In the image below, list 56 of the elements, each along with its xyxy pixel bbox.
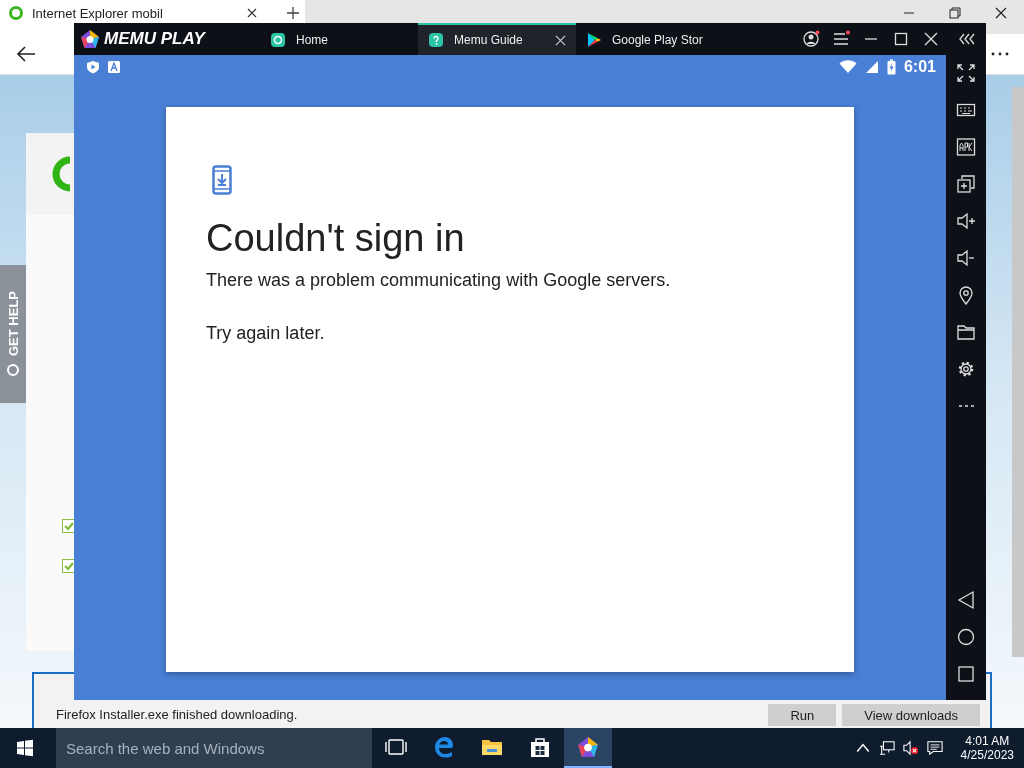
lifebuoy-icon [6,362,20,377]
volume-up-icon[interactable] [956,211,976,231]
download-message: Firefox Installer.exe finished downloading. [56,707,298,724]
shield-play-icon [86,60,100,74]
task-view-icon [385,736,407,758]
emulator-tab[interactable]: Home [260,23,418,55]
close-tab-icon[interactable] [555,34,566,46]
back-triangle-icon[interactable] [956,590,976,610]
dialog-message: There was a problem communicating with Google servers. [206,270,672,291]
app-logo-text: MEMU PLAY [104,29,205,49]
multi-window-icon[interactable] [956,174,976,194]
edge-e-icon [433,736,455,758]
speaker-muted-icon[interactable] [902,740,919,756]
scrollbar[interactable] [1012,87,1024,657]
maximize-icon[interactable] [892,30,910,48]
folder-icon[interactable] [956,322,976,342]
close-icon[interactable] [994,6,1008,20]
fullscreen-icon[interactable] [956,63,976,83]
account-icon[interactable] [802,30,820,48]
download-button[interactable]: View downloads [842,704,980,726]
download-button[interactable]: Run [768,704,837,726]
ring-icon [8,5,24,21]
windows-start-icon[interactable] [16,739,34,757]
font-icon [108,61,120,73]
pentagon-logo-icon [577,736,599,758]
search-field[interactable]: Search the web and Windows [56,728,372,768]
battery-charging-icon [886,59,896,75]
ring-logo [52,156,70,192]
notification-icon[interactable] [926,740,943,756]
help-app-icon [428,32,444,48]
location-pin-icon[interactable] [956,285,976,305]
apk-icon[interactable] [956,137,976,157]
menu-icon[interactable] [832,30,850,48]
wifi-icon [838,60,857,74]
settings-icon[interactable] [956,359,976,379]
taskbar-app[interactable] [564,728,612,768]
dialog-title: Couldn't sign in [206,217,466,260]
pentagon-logo-icon [80,29,100,49]
new-tab-icon[interactable] [286,6,300,20]
volume-down-icon[interactable] [956,248,976,268]
restore-icon[interactable] [948,6,962,20]
close-icon[interactable] [922,30,940,48]
recents-square-icon[interactable] [956,664,976,684]
more-icon[interactable] [990,51,1010,57]
clock[interactable]: 4:01 AM 4/25/2023 [946,734,1024,762]
phone-download-icon [212,165,232,195]
close-icon[interactable] [246,7,258,19]
status-time: 6:01 [903,58,936,76]
emulator-tab[interactable]: Google Play Stor [576,23,734,55]
shopping-bag-icon [529,736,551,758]
emulator-tab[interactable]: Memu Guide [418,23,576,55]
play-store-icon [586,32,602,48]
home-app-icon [270,32,286,48]
network-icon[interactable] [878,740,895,756]
home-circle-icon[interactable] [956,627,976,647]
dialog-hint: Try again later. [206,323,326,344]
